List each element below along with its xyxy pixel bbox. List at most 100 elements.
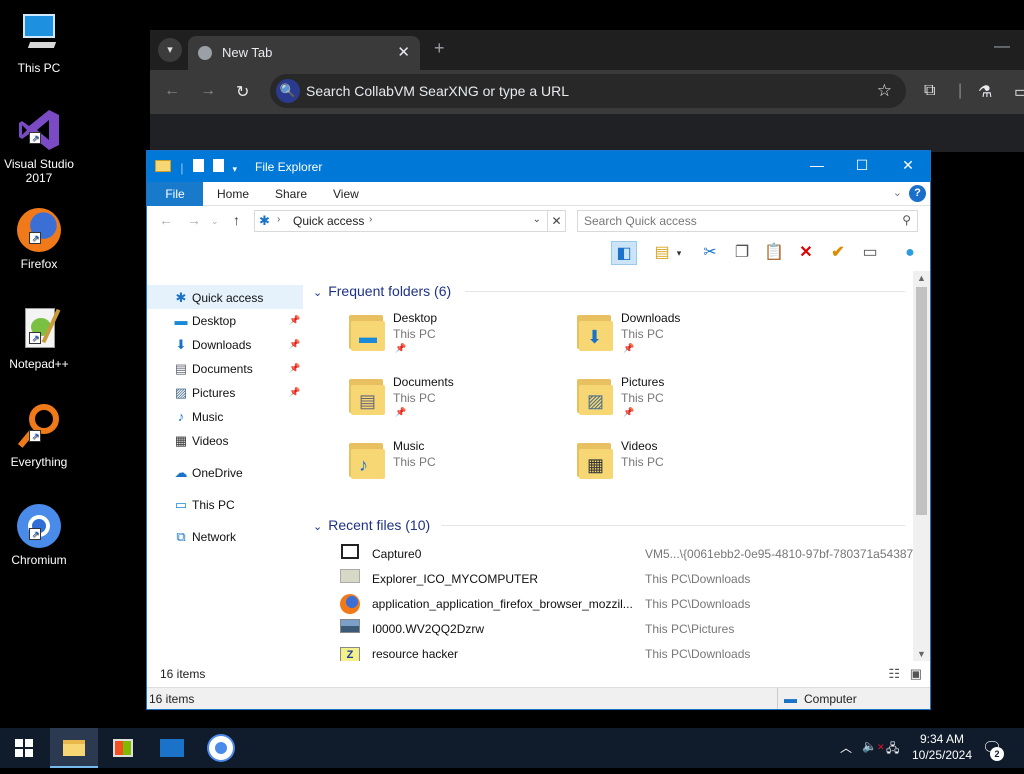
scroll-thumb[interactable] [916,287,927,515]
copy-icon[interactable]: ❐ [729,241,755,265]
taskbar-file-explorer[interactable] [50,728,98,768]
large-icons-view-icon[interactable]: ▣ [910,666,922,681]
close-tab-icon[interactable]: ✕ [397,43,410,61]
omnibox[interactable]: 🔍 Search CollabVM SearXNG or type a URL … [270,74,906,108]
sidebar-item-downloads[interactable]: ⬇ Downloads 📌 [147,333,303,357]
paste-icon[interactable]: 📋 [761,241,787,265]
sidebar-item-network[interactable]: ⧉ Network [147,525,303,549]
network-status-icon[interactable]: 🖧 [886,739,899,760]
recent-files-header[interactable]: ⌄ Recent files (10) [313,517,430,533]
tab-search-button[interactable]: ▾ [158,38,182,62]
sidebar-item-label: Downloads [192,338,252,352]
layout-dropdown-icon[interactable]: ▾ [673,241,685,265]
delete-icon[interactable]: ✕ [793,241,819,265]
downloads-folder-icon: ⬇ [575,311,615,353]
properties-icon[interactable] [192,159,204,172]
sidebar-item-desktop[interactable]: ▬ Desktop 📌 [147,309,303,333]
details-view-icon[interactable]: ☷ [888,666,900,681]
labs-flask-icon[interactable]: ⚗ [978,82,992,102]
minimize-button[interactable]: — [802,157,832,173]
documents-folder-icon: ▤ [347,375,387,417]
tab-title: New Tab [222,45,273,60]
action-center-button[interactable]: 🗨 2 [982,738,1004,761]
desktop-icon-chromium[interactable]: ↗ Chromium [2,502,76,567]
new-tab-button[interactable]: + [434,38,445,59]
cut-icon[interactable]: ✂ [697,241,723,265]
sidebar-item-pictures[interactable]: ▨ Pictures 📌 [147,381,303,405]
layout-icon[interactable]: ▤ [649,241,675,265]
sidebar-item-videos[interactable]: ▦ Videos [147,429,303,453]
close-button[interactable]: ✕ [893,157,923,174]
minimize-button[interactable]: — [994,38,1010,56]
folder-tile-pictures[interactable]: ▨ Pictures This PC 📌 [571,369,771,425]
clock[interactable]: 9:34 AM 10/25/2024 [904,731,980,763]
globe-icon[interactable]: ● [897,241,923,265]
desktop-icon-visual-studio[interactable]: ↗ Visual Studio 2017 [2,106,76,185]
back-icon[interactable]: ← [164,82,180,100]
tab-share[interactable]: Share [275,187,307,201]
tab-file[interactable]: File [147,182,203,206]
recent-file-row[interactable]: Explorer_ICO_MYCOMPUTER This PC\Downloads [337,566,907,591]
desktop-icon-firefox[interactable]: ↗ Firefox [2,206,76,271]
sidebar-item-music[interactable]: ♪ Music [147,405,303,429]
navigation-pane-icon[interactable]: ◧ [611,241,637,265]
qat-customize-icon[interactable]: ▾ [233,164,238,174]
folder-tile-downloads[interactable]: ⬇ Downloads This PC 📌 [571,305,771,361]
side-panel-icon[interactable]: ▭ [1014,82,1024,102]
tab-home[interactable]: Home [217,187,249,201]
sidebar-item-this-pc[interactable]: ▭ This PC [147,493,303,517]
scroll-up-icon[interactable]: ▲ [917,273,926,283]
frequent-folders-header[interactable]: ⌄ Frequent folders (6) [313,283,451,299]
taskbar-chromium[interactable] [197,728,245,768]
address-dropdown-icon[interactable]: ⌄ [533,214,541,225]
breadcrumb-chevron-icon[interactable]: › [369,214,372,225]
taskbar-store[interactable] [99,728,147,768]
recent-file-row[interactable]: I0000.WV2QQ2Dzrw This PC\Pictures [337,616,907,641]
recent-file-row[interactable]: application_application_firefox_browser_… [337,591,907,616]
ribbon-expand-icon[interactable]: ⌄ [893,186,902,199]
sidebar-item-onedrive[interactable]: ☁ OneDrive [147,461,303,485]
folder-tile-documents[interactable]: ▤ Documents This PC 📌 [343,369,543,425]
bookmark-star-icon[interactable]: ☆ [877,81,892,101]
rename-check-icon[interactable]: ✔ [825,241,851,265]
sidebar-item-documents[interactable]: ▤ Documents 📌 [147,357,303,381]
extensions-icon[interactable]: ⧉ [924,82,935,100]
maximize-button[interactable]: ☐ [847,157,877,174]
recent-file-row[interactable]: Capture0 VM5...\{0061ebb2-0e95-4810-97bf-… [337,541,915,566]
volume-muted-icon[interactable]: 🔈✕ [862,739,885,753]
group-divider [441,525,905,526]
desktop-icon: ▬ [174,313,188,328]
desktop-icon-everything[interactable]: ↗ Everything [2,404,76,469]
sidebar-item-quick-access[interactable]: ✱ Quick access [147,285,303,309]
navigation-bar: ← → ⌄ ↑ ✱ › Quick access › ⌄ ✕ ⚲ [147,206,930,236]
desktop-icon-label: This PC [17,61,61,75]
back-icon[interactable]: ← [159,212,173,228]
properties-icon[interactable]: ▭ [857,241,883,265]
search-box[interactable]: ⚲ [577,210,918,232]
start-button[interactable] [0,728,48,768]
search-engine-icon: 🔍 [276,79,300,103]
folder-tile-videos[interactable]: ▦ Videos This PC [571,433,771,489]
help-icon[interactable]: ? [909,185,926,202]
recent-locations-icon[interactable]: ⌄ [211,216,219,227]
folder-tile-music[interactable]: ♪ Music This PC [343,433,543,489]
folder-tile-desktop[interactable]: ▬ Desktop This PC 📌 [343,305,543,361]
new-folder-icon[interactable] [213,159,225,172]
clear-address-button[interactable]: ✕ [548,210,566,232]
forward-icon[interactable]: → [187,212,201,228]
vertical-scrollbar[interactable]: ▲ ▼ [913,271,930,661]
desktop-icon-notepadpp[interactable]: ↗ Notepad++ [2,306,76,371]
forward-icon[interactable]: → [200,82,216,100]
reload-icon[interactable]: ↻ [236,82,249,102]
show-hidden-icons-icon[interactable]: ︿ [840,739,852,756]
taskbar-network-app[interactable] [148,728,196,768]
browser-tab[interactable]: New Tab ✕ [188,36,420,70]
up-icon[interactable]: ↑ [233,212,240,228]
clock-time: 9:34 AM [919,732,965,746]
tab-view[interactable]: View [333,187,359,201]
address-bar[interactable]: ✱ › Quick access › ⌄ [254,210,548,232]
desktop-icon-this-pc[interactable]: This PC [2,10,76,75]
view-toggle-icons: ☷ ▣ [888,666,922,682]
search-input[interactable] [584,212,884,230]
scroll-down-icon[interactable]: ▼ [917,649,926,659]
